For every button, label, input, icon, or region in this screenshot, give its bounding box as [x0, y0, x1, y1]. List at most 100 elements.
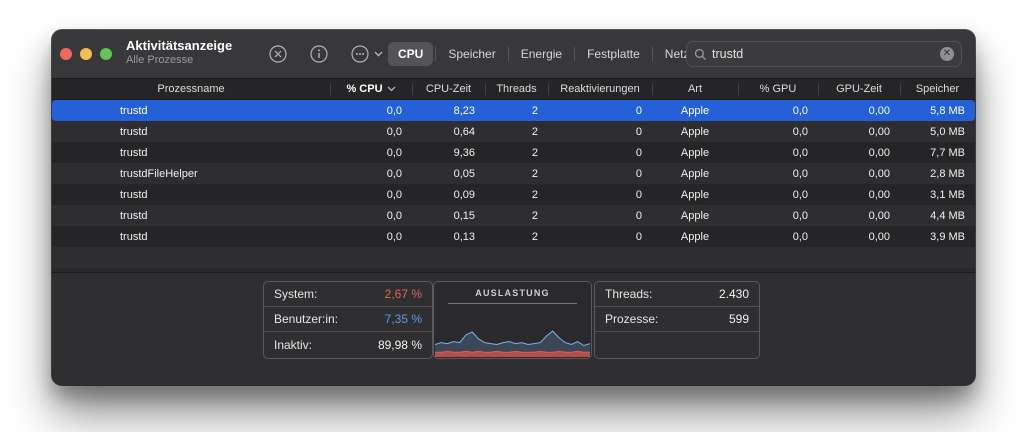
cpu-load-graph: AUSLASTUNG [433, 281, 592, 359]
cell-reaktivierungen: 0 [548, 168, 652, 180]
column-header--gpu[interactable]: % GPU [738, 79, 818, 99]
cell-reaktivierungen: 0 [548, 147, 652, 159]
cell-cpu-zeit: 9,36 [412, 147, 485, 159]
cell--cpu: 0,0 [330, 189, 412, 201]
count-stat-row: Threads: 2.430 [595, 282, 759, 307]
column-label: Speicher [916, 83, 959, 95]
cell-cpu-zeit: 0,64 [412, 126, 485, 138]
tab-cpu[interactable]: CPU [388, 42, 433, 66]
count-stat-value: 599 [729, 312, 749, 326]
cell--cpu: 0,0 [330, 231, 412, 243]
cell-threads: 2 [485, 147, 548, 159]
cell-threads: 2 [485, 231, 548, 243]
activity-monitor-window: Aktivitätsanzeige Alle Prozesse [52, 30, 975, 385]
cell-gpu-zeit: 0,00 [818, 189, 900, 201]
cell-threads: 2 [485, 189, 548, 201]
column-header-art[interactable]: Art [652, 79, 738, 99]
cell-threads: 2 [485, 105, 548, 117]
process-row[interactable]: trustdFileHelper0,00,0520Apple0,00,002,8… [52, 163, 975, 184]
cell-prozessname: trustd [52, 126, 330, 138]
cell--gpu: 0,0 [738, 189, 818, 201]
column-header-threads[interactable]: Threads [485, 79, 548, 99]
cell-speicher: 5,8 MB [900, 105, 975, 117]
process-row[interactable]: trustd0,00,1320Apple0,00,003,9 MB [52, 226, 975, 247]
tab-separator [652, 47, 653, 61]
count-stat-label: Prozesse: [605, 312, 658, 326]
cell-cpu-zeit: 8,23 [412, 105, 485, 117]
count-stat-label: Threads: [605, 287, 652, 301]
column-header-gpu-zeit[interactable]: GPU-Zeit [818, 79, 900, 99]
count-stat-row: Prozesse: 599 [595, 307, 759, 332]
process-row[interactable]: trustd0,00,6420Apple0,00,005,0 MB [52, 121, 975, 142]
cell-gpu-zeit: 0,00 [818, 147, 900, 159]
column-label: Reaktivierungen [560, 83, 640, 95]
chevron-down-icon [374, 51, 383, 57]
cell-reaktivierungen: 0 [548, 189, 652, 201]
cpu-stat-value: 7,35 % [385, 312, 422, 326]
cell-cpu-zeit: 0,09 [412, 189, 485, 201]
view-tabs: CPUSpeicherEnergieFestplatteNetzwerk [388, 41, 725, 67]
search-field[interactable]: ✕ [686, 41, 962, 67]
process-row[interactable]: trustd0,00,1520Apple0,00,004,4 MB [52, 205, 975, 226]
cell-prozessname: trustd [52, 189, 330, 201]
tab-festplatte[interactable]: Festplatte [577, 42, 650, 66]
cell-art: Apple [652, 189, 738, 201]
cell-gpu-zeit: 0,00 [818, 126, 900, 138]
column-label: GPU-Zeit [836, 83, 882, 95]
cell-prozessname: trustd [52, 231, 330, 243]
count-stat-value: 2.430 [719, 287, 749, 301]
more-options-icon[interactable] [350, 44, 383, 64]
stop-process-icon[interactable] [268, 44, 288, 64]
search-input[interactable] [712, 47, 940, 61]
clear-search-icon[interactable]: ✕ [940, 47, 954, 61]
column-header--cpu[interactable]: % CPU [330, 79, 412, 99]
process-row[interactable]: trustd0,00,0920Apple0,00,003,1 MB [52, 184, 975, 205]
cpu-stat-row: System:2,67 % [264, 282, 432, 307]
cell-gpu-zeit: 0,00 [818, 105, 900, 117]
cell-speicher: 4,4 MB [900, 210, 975, 222]
window-subtitle: Alle Prozesse [126, 54, 232, 68]
cell-speicher: 5,0 MB [900, 126, 975, 138]
cpu-stat-value: 89,98 % [378, 338, 422, 352]
process-row[interactable]: trustd0,08,2320Apple0,00,005,8 MB [52, 100, 975, 121]
titlebar: Aktivitätsanzeige Alle Prozesse [52, 30, 975, 78]
cell-reaktivierungen: 0 [548, 231, 652, 243]
cell--gpu: 0,0 [738, 126, 818, 138]
close-button[interactable] [60, 48, 72, 60]
minimize-button[interactable] [80, 48, 92, 60]
column-header-speicher[interactable]: Speicher [900, 79, 975, 99]
column-label: % CPU [346, 83, 382, 95]
toolbar-icons [268, 44, 383, 64]
tab-separator [508, 47, 509, 61]
inspect-info-icon[interactable] [309, 44, 329, 64]
cell-cpu-zeit: 0,13 [412, 231, 485, 243]
cell-speicher: 2,8 MB [900, 168, 975, 180]
column-label: % GPU [760, 83, 797, 95]
load-history-chart [435, 327, 590, 357]
cpu-stats-box: System:2,67 %Benutzer:in:7,35 %Inaktiv:8… [263, 281, 433, 359]
cell--cpu: 0,0 [330, 147, 412, 159]
sort-chevron-icon [387, 86, 396, 92]
process-row[interactable]: trustd0,09,3620Apple0,00,007,7 MB [52, 142, 975, 163]
column-label: Art [688, 83, 702, 95]
cell--cpu: 0,0 [330, 168, 412, 180]
cell--cpu: 0,0 [330, 105, 412, 117]
cell-prozessname: trustd [52, 147, 330, 159]
cpu-stat-label: System: [274, 287, 317, 301]
cpu-stat-label: Benutzer:in: [274, 312, 338, 326]
column-header-prozessname[interactable]: Prozessname [52, 79, 330, 99]
search-icon [694, 48, 707, 61]
cell-speicher: 3,9 MB [900, 231, 975, 243]
cell--gpu: 0,0 [738, 210, 818, 222]
table-header: Prozessname % CPU CPU-Zeit Threads Reaktivie… [52, 78, 975, 100]
cell-art: Apple [652, 105, 738, 117]
tab-energie[interactable]: Energie [511, 42, 572, 66]
column-label: CPU-Zeit [426, 83, 471, 95]
column-header-reaktivierungen[interactable]: Reaktivierungen [548, 79, 652, 99]
column-header-cpu-zeit[interactable]: CPU-Zeit [412, 79, 485, 99]
chart-title: AUSLASTUNG [434, 282, 591, 298]
cell-art: Apple [652, 168, 738, 180]
cell-speicher: 7,7 MB [900, 147, 975, 159]
zoom-button[interactable] [100, 48, 112, 60]
tab-speicher[interactable]: Speicher [438, 42, 505, 66]
